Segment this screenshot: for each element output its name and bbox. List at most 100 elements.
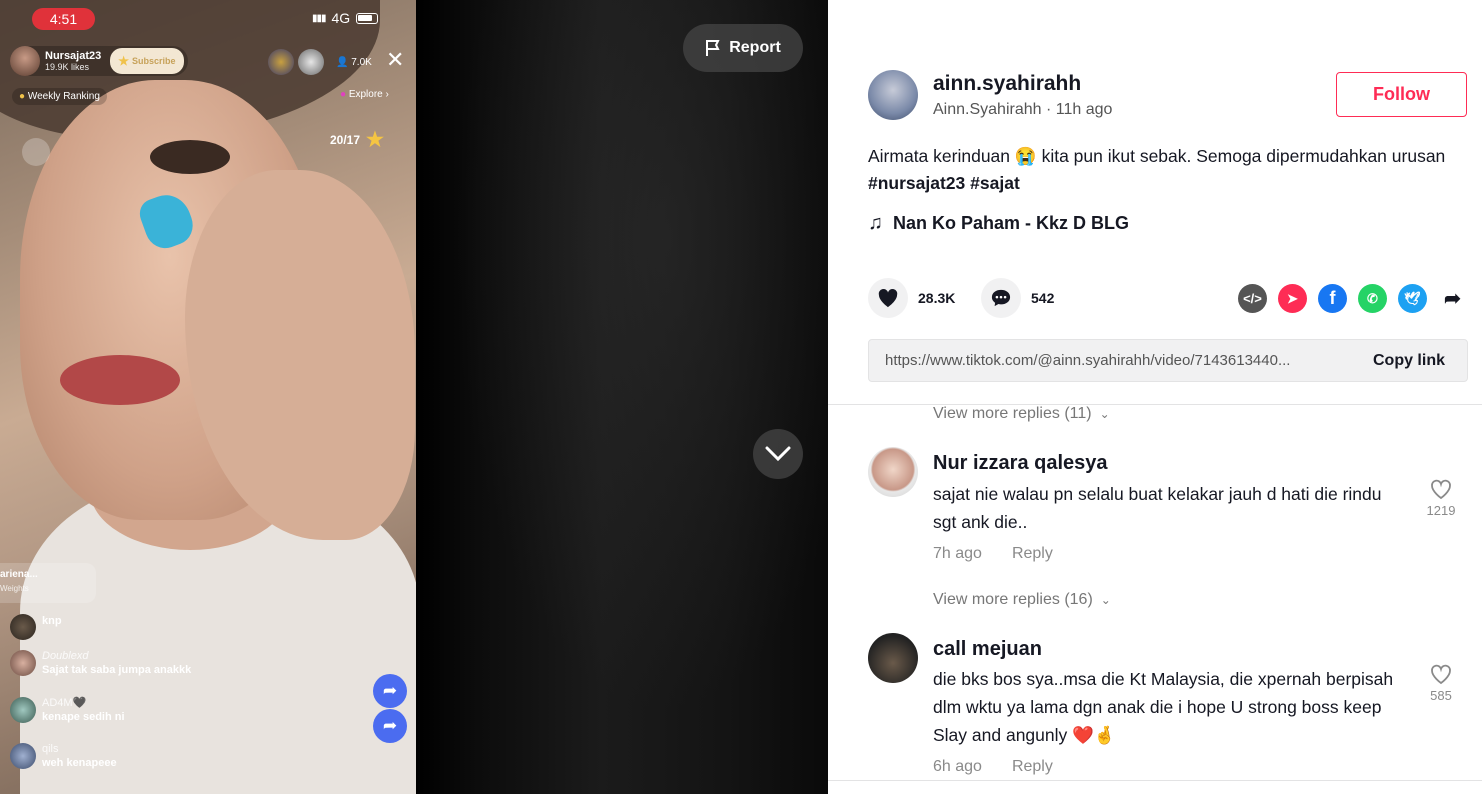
copy-link-button[interactable]: Copy link (1357, 352, 1467, 370)
share-icon[interactable]: ➦ (373, 709, 407, 743)
comment-text: die bks bos sya..msa die Kt Malaysia, di… (933, 669, 1394, 745)
viewer-count-value: 7.0K (351, 56, 372, 68)
comment-like-count: 1219 (1426, 503, 1456, 518)
video-scene-lips (60, 355, 180, 405)
post-time: 11h ago (1055, 101, 1113, 118)
embed-icon[interactable]: </> (1238, 284, 1267, 313)
caption-text: Airmata kerinduan (868, 146, 1011, 166)
comment-user: AD4M🖤 (42, 697, 87, 709)
video-blur-background (416, 0, 828, 794)
view-more-replies[interactable]: View more replies (11) ⌄ (933, 405, 1110, 423)
goal-progress-value: 20/17 (330, 132, 361, 147)
comment-like-count: 585 (1430, 688, 1452, 703)
reply-button[interactable]: Reply (1012, 545, 1053, 563)
gem-icon: ● (340, 89, 347, 100)
whatsapp-icon[interactable]: ✆ (1358, 284, 1387, 313)
signal-icon: ▮▮▮ (312, 12, 326, 24)
comment-avatar[interactable] (868, 447, 918, 497)
author-username[interactable]: ainn.syahirahh (933, 72, 1081, 96)
close-icon[interactable]: ✕ (386, 48, 404, 72)
music-title: Nan Ko Paham - Kkz D BLG (893, 213, 1130, 233)
hashtag-link[interactable]: #sajat (970, 173, 1020, 193)
author-avatar[interactable] (868, 70, 918, 120)
video-scene-eye (150, 140, 230, 174)
chevron-down-icon (765, 446, 791, 462)
meta-separator: · (1045, 101, 1056, 118)
comment-user: qils (42, 743, 59, 755)
commenter-avatar (10, 697, 36, 723)
divider (828, 404, 1482, 405)
comment-text: knp (42, 615, 62, 627)
comment-action[interactable]: 542 (981, 278, 1054, 318)
comment-text: weh kenapeee (42, 757, 117, 769)
comment-like[interactable]: 1219 (1423, 478, 1459, 518)
status-bar-right: ▮▮▮ 4G (312, 10, 379, 26)
follow-button[interactable]: Follow (1336, 72, 1467, 117)
explore-link[interactable]: ● Explore › (340, 89, 389, 100)
author-meta: Ainn.Syahirahh · 11h ago (933, 101, 1112, 119)
live-comment: Doublexd Sajat tak saba jumpa anakkk (10, 650, 191, 677)
next-video-button[interactable] (753, 429, 803, 479)
chevron-down-icon: ⌄ (1099, 407, 1110, 421)
comment-author[interactable]: call mejuan (933, 638, 1042, 661)
comment-count: 542 (1031, 290, 1055, 306)
hashtag-link[interactable]: #nursajat23 (868, 173, 965, 193)
status-time: 4:51 (32, 8, 95, 30)
reply-button[interactable]: Reply (1012, 758, 1053, 776)
twitter-icon[interactable]: 🕊 (1398, 284, 1427, 313)
facebook-icon[interactable]: f (1318, 284, 1347, 313)
live-comment: knp (10, 614, 62, 640)
heart-icon[interactable] (868, 278, 908, 318)
gift-subtitle: Weights (0, 584, 29, 593)
flag-icon (706, 40, 720, 56)
comment-text: kenape sedih ni (42, 711, 125, 723)
caption-text: kita pun ikut sebak. Semoga dipermudahka… (1036, 146, 1446, 166)
live-viewers[interactable]: 👤 7.0K (268, 49, 372, 75)
weekly-ranking-label: Weekly Ranking (27, 91, 100, 102)
divider (828, 780, 1482, 781)
viewer-avatar (298, 49, 324, 75)
live-comment: AD4M🖤 kenape sedih ni (10, 697, 125, 724)
network-label: 4G (331, 10, 351, 26)
like-action[interactable]: 28.3K (868, 278, 955, 318)
comment-avatar[interactable] (868, 633, 918, 683)
host-info: Nursajat23 19.9K likes (45, 50, 101, 73)
subscribe-button[interactable]: ★ Subscribe (110, 48, 184, 74)
person-icon: 👤 (336, 56, 349, 68)
crying-emoji-icon: 😭 (1014, 146, 1037, 166)
host-avatar (10, 46, 40, 76)
video-caption: Airmata kerinduan 😭 kita pun ikut sebak.… (868, 143, 1468, 197)
comment-like[interactable]: 585 (1423, 663, 1459, 703)
weekly-ranking-badge[interactable]: ● Weekly Ranking (12, 88, 107, 105)
viewer-avatar (268, 49, 294, 75)
report-button[interactable]: Report (683, 24, 803, 72)
send-icon[interactable]: ➤ (1278, 284, 1307, 313)
music-link[interactable]: ♫ Nan Ko Paham - Kkz D BLG (868, 212, 1129, 235)
commenter-avatar (10, 743, 36, 769)
live-goal-progress: 20/17 ★ (330, 127, 384, 152)
host-likes: 19.9K likes (45, 61, 90, 72)
copy-link-box: https://www.tiktok.com/@ainn.syahirahh/v… (868, 339, 1468, 382)
comment-user: Doublexd (42, 650, 89, 662)
explore-label: Explore › (348, 89, 389, 100)
trophy-icon: ● (19, 91, 26, 102)
comment-bubble-icon[interactable] (981, 278, 1021, 318)
live-host-badge[interactable]: Nursajat23 19.9K likes ★ Subscribe (10, 46, 188, 76)
share-arrow-icon[interactable]: ➦ (1438, 284, 1467, 313)
video-player[interactable]: 4:51 ▮▮▮ 4G Nursajat23 19.9K likes ★ Sub… (0, 0, 828, 794)
comment-text: sajat nie walau pn selalu buat kelakar j… (933, 484, 1382, 532)
view-more-label: View more replies (11) (933, 405, 1092, 422)
battery-icon (356, 12, 379, 24)
gift-banner: ariena... Weights (0, 563, 96, 603)
comment-author[interactable]: Nur izzara qalesya (933, 452, 1108, 475)
music-note-icon: ♫ (868, 212, 883, 234)
heart-outline-icon (1431, 664, 1451, 685)
video-url[interactable]: https://www.tiktok.com/@ainn.syahirahh/v… (869, 352, 1357, 369)
commenter-avatar (10, 650, 36, 676)
commenter-avatar (10, 614, 36, 640)
share-icon[interactable]: ➦ (373, 674, 407, 708)
comment-meta: 7h ago Reply (933, 545, 1053, 563)
tiktok-video-page: 4:51 ▮▮▮ 4G Nursajat23 19.9K likes ★ Sub… (0, 0, 1482, 794)
video-frame[interactable]: 4:51 ▮▮▮ 4G Nursajat23 19.9K likes ★ Sub… (0, 0, 416, 794)
view-more-replies[interactable]: View more replies (16) ⌄ (933, 591, 1111, 609)
